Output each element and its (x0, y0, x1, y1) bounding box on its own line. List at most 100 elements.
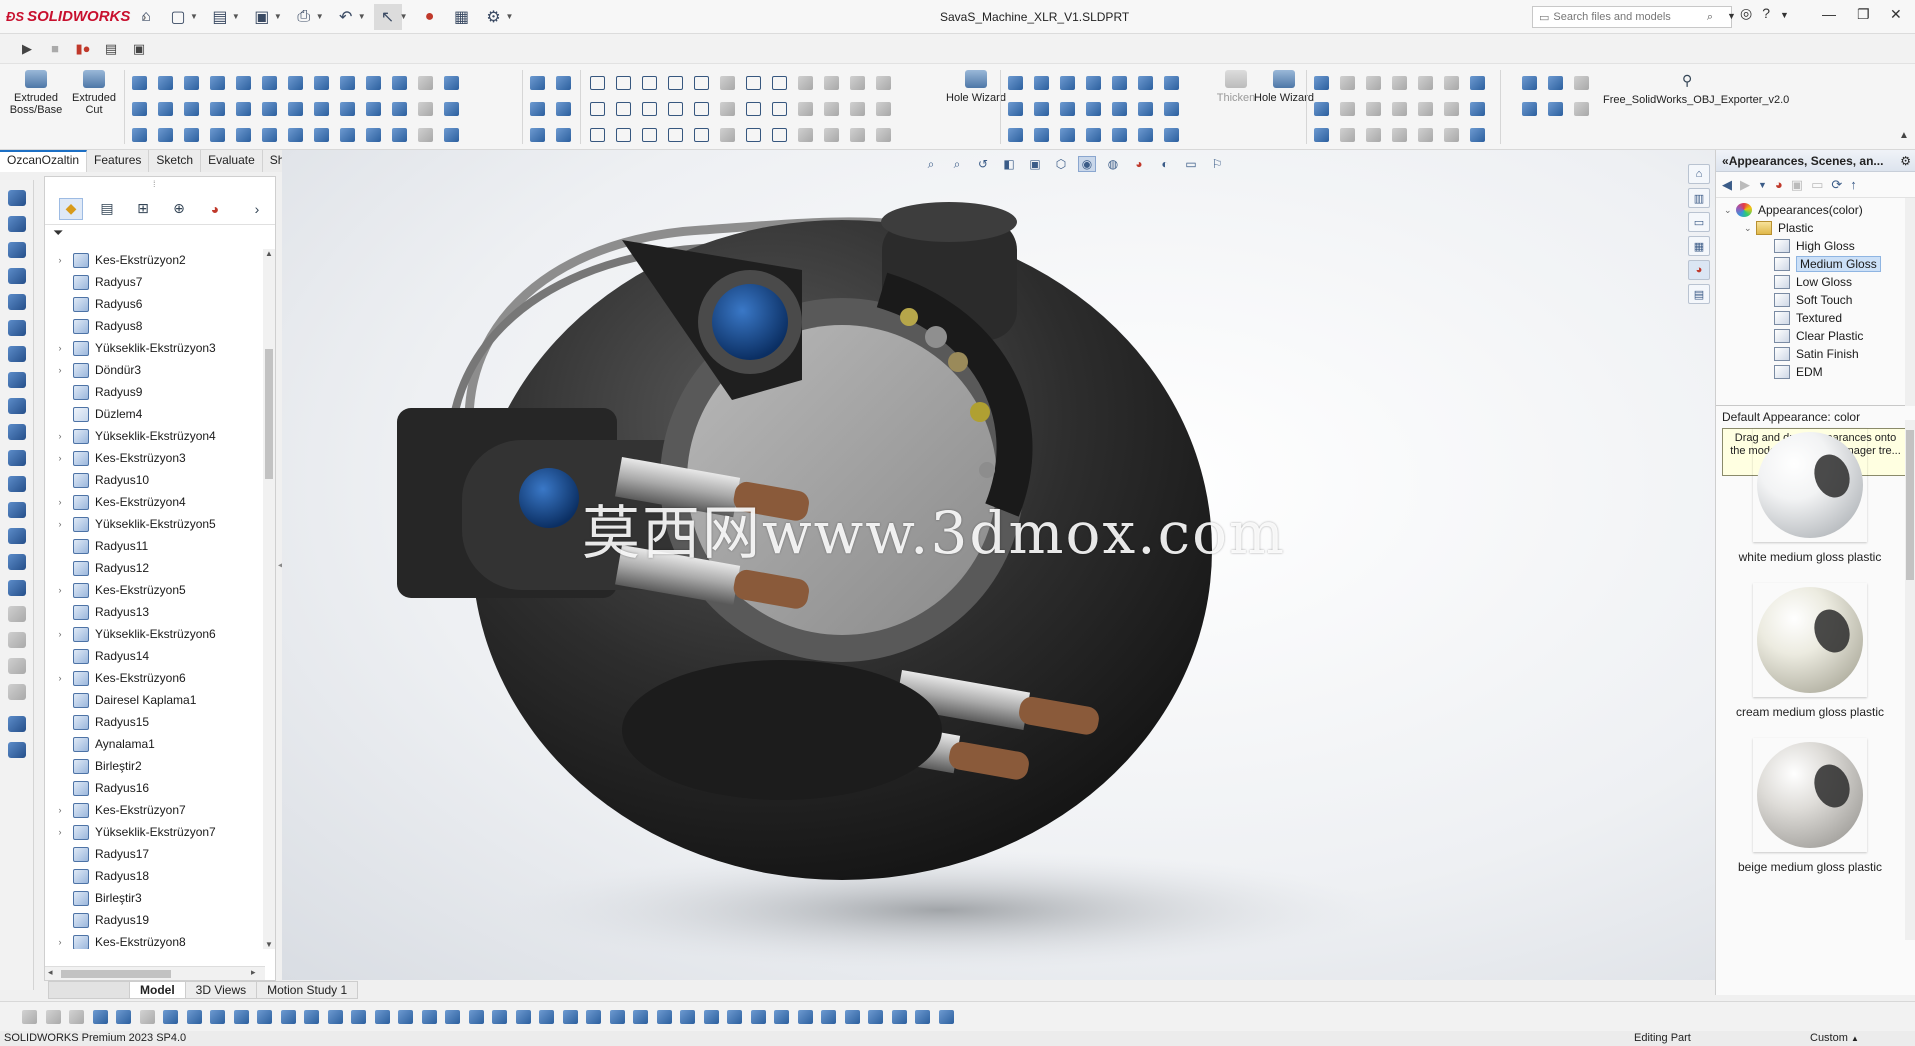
obj-exporter-button[interactable]: Free_SolidWorks_OBJ_Exporter_v2.0 (1603, 94, 1789, 106)
ribbon-tool-button[interactable] (662, 122, 688, 148)
ribbon-tool-button[interactable] (1080, 96, 1106, 122)
open-folder-icon[interactable]: ▭ (1811, 177, 1823, 193)
ribbon-tool-button[interactable] (688, 122, 714, 148)
ribbon-tool-button[interactable] (818, 122, 844, 148)
ribbon-tool-button[interactable] (308, 96, 334, 122)
selection-filter-icon[interactable] (656, 1010, 672, 1024)
stop-macro-icon[interactable]: ■ (46, 41, 64, 56)
filter-icon[interactable]: ⏷ (45, 225, 275, 245)
ribbon-tool-button[interactable] (1542, 70, 1568, 96)
ribbon-tool-button[interactable] (870, 122, 896, 148)
ribbon-tool-button[interactable] (412, 96, 438, 122)
featuremanager-tree-tab-icon[interactable]: ◆ (59, 197, 83, 220)
ribbon-tool-button[interactable] (1542, 96, 1568, 122)
hscrollbar-thumb[interactable] (61, 970, 171, 978)
ribbon-tool-button[interactable] (230, 70, 256, 96)
appearance-swatch[interactable]: cream medium gloss plastic (1716, 575, 1904, 730)
plastic-item-clear-plastic[interactable]: Clear Plastic (1762, 326, 1863, 346)
expand-chevron-icon[interactable]: › (53, 519, 67, 529)
ribbon-tool-button[interactable] (1412, 96, 1438, 122)
feature-tree-item[interactable]: › Yükseklik-Ekstrüzyon7 (45, 821, 265, 843)
ribbon-tool-button[interactable] (1028, 70, 1054, 96)
ribbon-tool-button[interactable] (1002, 122, 1028, 148)
ribbon-tool-button[interactable] (1158, 96, 1184, 122)
ribbon-tool-button[interactable] (688, 70, 714, 96)
ribbon-tool-button[interactable] (1360, 96, 1386, 122)
feature-tree-item[interactable]: › Kes-Ekstrüzyon5 (45, 579, 265, 601)
ribbon-tool-button[interactable] (1516, 96, 1542, 122)
selection-filter-icon[interactable] (351, 1010, 366, 1024)
select-dropdown-icon[interactable]: ▼ (400, 12, 408, 21)
ribbon-tool-button[interactable] (438, 122, 464, 148)
plastic-item-satin-finish[interactable]: Satin Finish (1762, 344, 1859, 364)
up-arrow-icon[interactable]: ↑ (1850, 177, 1857, 192)
expand-chevron-icon[interactable]: › (53, 805, 67, 815)
sketch-tool-icon[interactable] (8, 294, 26, 310)
feature-tree-item[interactable]: › Yükseklik-Ekstrüzyon5 (45, 513, 265, 535)
solidworks-resources-icon[interactable]: ⌂ (1688, 164, 1710, 184)
ribbon-tool-button[interactable] (844, 96, 870, 122)
sketch-tool-icon[interactable] (8, 716, 26, 732)
dimxpert-tab-icon[interactable]: ⊕ (167, 198, 191, 220)
ribbon-tool-button[interactable] (256, 122, 282, 148)
ribbon-tool-button[interactable] (662, 70, 688, 96)
forward-icon[interactable]: ▶ (1740, 177, 1750, 193)
feature-tree-item[interactable]: › Döndür3 (45, 359, 265, 381)
custom-properties-icon[interactable]: ▤ (1688, 284, 1710, 304)
ribbon-tool-button[interactable] (610, 122, 636, 148)
ribbon-tool-button[interactable] (204, 122, 230, 148)
record-macro-icon[interactable]: ▮● (74, 41, 92, 57)
rebuild-icon[interactable]: ● (416, 4, 444, 30)
ribbon-tool-button[interactable] (740, 96, 766, 122)
ribbon-tool-button[interactable] (740, 122, 766, 148)
feature-tree-item[interactable]: Dairesel Kaplama1 (45, 689, 265, 711)
sketch-tool-icon[interactable] (8, 320, 26, 336)
ribbon-tool-button[interactable] (1028, 96, 1054, 122)
feature-tree-item[interactable]: Radyus15 (45, 711, 265, 733)
ribbon-tool-button[interactable] (1054, 70, 1080, 96)
pane-settings-gear-icon[interactable]: ⚙ (1900, 154, 1911, 168)
feature-tree-item[interactable]: Birleştir2 (45, 755, 265, 777)
expand-chevron-icon[interactable]: › (53, 673, 67, 683)
ribbon-tool-button[interactable] (152, 96, 178, 122)
ribbon-tool-button[interactable] (334, 96, 360, 122)
ribbon-tool-button[interactable] (584, 96, 610, 122)
ribbon-tool-button[interactable] (126, 122, 152, 148)
selection-filter-icon[interactable] (210, 1010, 225, 1024)
selection-filter-icon[interactable] (69, 1010, 84, 1024)
undo-icon[interactable]: ↶ (332, 4, 360, 30)
feature-tree-item[interactable]: › Yükseklik-Ekstrüzyon3 (45, 337, 265, 359)
appearance-color-icon[interactable]: ◕ (1775, 177, 1783, 192)
selection-filter-icon[interactable] (515, 1010, 531, 1024)
ribbon-tool-button[interactable] (126, 96, 152, 122)
selection-filter-icon[interactable] (374, 1010, 390, 1024)
ribbon-tool-button[interactable] (334, 70, 360, 96)
ribbon-tool-button[interactable] (524, 70, 550, 96)
sketch-tool-icon[interactable] (8, 450, 26, 466)
view-palette-icon[interactable]: ▦ (1688, 236, 1710, 256)
exporter-icon[interactable]: ⚲ (1682, 72, 1692, 89)
plastic-item-high-gloss[interactable]: High Gloss (1762, 236, 1855, 256)
new-dropdown-icon[interactable]: ▼ (190, 12, 198, 21)
selection-filter-icon[interactable] (915, 1010, 930, 1024)
ribbon-tool-button[interactable] (870, 70, 896, 96)
ribbon-tool-button[interactable] (1334, 96, 1360, 122)
selection-filter-icon[interactable] (445, 1010, 460, 1024)
plastic-item-low-gloss[interactable]: Low Gloss (1762, 272, 1852, 292)
ribbon-tool-button[interactable] (204, 96, 230, 122)
ribbon-tool-button[interactable] (766, 96, 792, 122)
plastic-item-edm[interactable]: EDM (1762, 362, 1823, 382)
ribbon-tool-button[interactable] (1412, 122, 1438, 148)
ribbon-tool-button[interactable] (1464, 96, 1490, 122)
feature-tree-item[interactable]: Radyus13 (45, 601, 265, 623)
sketch-tool-icon[interactable] (8, 632, 26, 648)
selection-filter-icon[interactable] (844, 1010, 860, 1024)
ribbon-tool-button[interactable] (1080, 70, 1106, 96)
appearances-tree-scrollbar[interactable] (1905, 198, 1915, 406)
save-dropdown-icon[interactable]: ▼ (274, 12, 282, 21)
scroll-down-icon[interactable]: ▼ (263, 940, 275, 949)
ribbon-tool-button[interactable] (1308, 70, 1334, 96)
ribbon-tool-button[interactable] (636, 96, 662, 122)
plastic-item-medium-gloss[interactable]: Medium Gloss (1762, 254, 1881, 274)
sketch-tool-icon[interactable] (8, 372, 26, 388)
